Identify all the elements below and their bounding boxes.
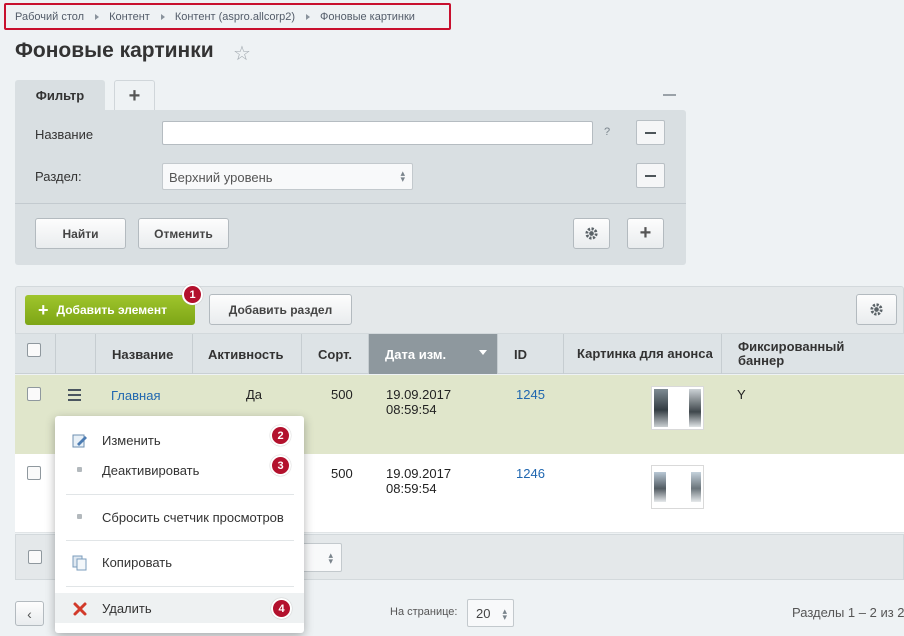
- breadcrumb-content-aspro[interactable]: Контент (aspro.allcorp2): [175, 11, 295, 23]
- add-element-button[interactable]: + Добавить элемент: [25, 295, 195, 325]
- menu-item-reset-label: Сбросить счетчик просмотров: [102, 510, 284, 525]
- minus-icon: [645, 131, 656, 134]
- gear-icon: [585, 227, 598, 240]
- per-page-value: 20: [476, 606, 491, 621]
- section-select[interactable]: Верхний уровень ▴ ▾: [162, 163, 413, 190]
- remove-section-field-button[interactable]: [636, 163, 665, 188]
- sort-desc-icon: [479, 350, 487, 355]
- row-checkbox[interactable]: [27, 466, 41, 480]
- section-select-value: Верхний уровень: [169, 170, 273, 185]
- name-field-label: Название: [35, 127, 94, 142]
- help-icon[interactable]: ?: [604, 126, 610, 138]
- breadcrumb-arrow-icon: [306, 13, 311, 20]
- delete-icon: [73, 602, 87, 616]
- step-badge-4: 4: [271, 598, 292, 619]
- breadcrumb-desktop[interactable]: Рабочий стол: [15, 11, 84, 23]
- breadcrumb-arrow-icon: [95, 13, 100, 20]
- find-button[interactable]: Найти: [35, 218, 126, 249]
- add-filter-field-button[interactable]: +: [627, 218, 664, 249]
- edit-icon: [72, 434, 87, 448]
- menu-item-deactivate-label: Деактивировать: [102, 463, 200, 478]
- row-menu-icon[interactable]: [68, 389, 81, 401]
- footer-select-all-checkbox[interactable]: [28, 550, 42, 564]
- list-toolbar: + Добавить элемент Добавить раздел: [15, 286, 904, 334]
- breadcrumb: Рабочий стол Контент Контент (aspro.allc…: [4, 3, 451, 30]
- breadcrumb-content[interactable]: Контент: [109, 11, 150, 23]
- add-filter-tab-button[interactable]: +: [114, 80, 155, 111]
- select-all-checkbox[interactable]: [27, 343, 41, 357]
- menu-item-edit[interactable]: Изменить: [55, 425, 304, 455]
- row-active: Да: [246, 387, 263, 402]
- add-section-button[interactable]: Добавить раздел: [209, 294, 352, 325]
- row-banner: Y: [737, 387, 746, 402]
- menu-item-edit-label: Изменить: [102, 433, 161, 448]
- menu-item-deactivate[interactable]: Деактивировать: [55, 455, 304, 485]
- row-sort: 500: [331, 466, 353, 481]
- pagination-summary: Разделы 1 – 2 из 2: [792, 605, 904, 620]
- column-active[interactable]: Активность: [193, 334, 302, 374]
- step-badge-2: 2: [270, 425, 291, 446]
- gear-icon: [870, 303, 883, 316]
- remove-name-field-button[interactable]: [636, 120, 665, 145]
- name-input[interactable]: [162, 121, 593, 145]
- filter-panel: Название ? Раздел: Верхний уровень ▴ ▾ На…: [15, 110, 686, 265]
- collapse-filter-icon[interactable]: [663, 94, 676, 96]
- favorite-star-icon[interactable]: ☆: [233, 41, 251, 66]
- page-title: Фоновые картинки: [15, 39, 214, 62]
- menu-item-reset-views[interactable]: Сбросить счетчик просмотров: [55, 502, 304, 532]
- row-time: 08:59:54: [386, 402, 437, 417]
- bullet-icon: [77, 514, 82, 519]
- step-badge-1: 1: [182, 284, 203, 305]
- list-settings-button[interactable]: [856, 294, 897, 325]
- add-element-label: Добавить элемент: [56, 303, 167, 317]
- row-id-link[interactable]: 1246: [516, 466, 545, 481]
- bullet-icon: [77, 467, 82, 472]
- row-date: 19.09.2017: [386, 387, 452, 402]
- row-context-menu: Изменить Деактивировать Сбросить счетчик…: [55, 416, 304, 633]
- menu-item-delete[interactable]: Удалить: [55, 593, 304, 623]
- step-badge-3: 3: [270, 455, 291, 476]
- action-select[interactable]: ▴ ▾: [301, 543, 342, 572]
- minus-icon: [645, 174, 656, 177]
- row-id-link[interactable]: 1245: [516, 387, 545, 402]
- column-name[interactable]: Название: [96, 334, 193, 374]
- per-page-select[interactable]: 20 ▴ ▾: [467, 599, 514, 627]
- preview-thumbnail[interactable]: [651, 465, 704, 509]
- select-arrows-icon: ▴ ▾: [502, 606, 507, 622]
- column-sort[interactable]: Сорт.: [302, 334, 369, 374]
- row-checkbox[interactable]: [27, 387, 41, 401]
- preview-thumbnail[interactable]: [651, 386, 704, 430]
- row-time: 08:59:54: [386, 481, 437, 496]
- row-name-link[interactable]: Главная: [111, 388, 160, 403]
- section-field-label: Раздел:: [35, 169, 82, 184]
- row-date: 19.09.2017: [386, 466, 452, 481]
- breadcrumb-backgrounds[interactable]: Фоновые картинки: [320, 11, 415, 23]
- column-fixed-banner[interactable]: Фиксированный баннер: [722, 334, 904, 374]
- copy-icon: [72, 555, 87, 571]
- column-date-label: Дата изм.: [385, 346, 447, 362]
- plus-icon: +: [38, 299, 49, 320]
- filter-settings-button[interactable]: [573, 218, 610, 249]
- column-preview-image[interactable]: Картинка для анонса: [564, 334, 722, 374]
- select-all-column: [15, 334, 56, 374]
- menu-divider: [66, 540, 294, 541]
- prev-page-button[interactable]: ‹: [15, 601, 44, 626]
- select-arrows-icon: ▴ ▾: [328, 550, 333, 566]
- menu-divider: [66, 586, 294, 587]
- cancel-button[interactable]: Отменить: [138, 218, 229, 249]
- menu-item-copy-label: Копировать: [102, 555, 172, 570]
- actions-column: [56, 334, 96, 374]
- filter-divider: [15, 203, 686, 204]
- menu-item-delete-label: Удалить: [102, 601, 152, 616]
- column-id[interactable]: ID: [498, 334, 564, 374]
- menu-item-copy[interactable]: Копировать: [55, 547, 304, 577]
- menu-divider: [66, 494, 294, 495]
- breadcrumb-arrow-icon: [160, 13, 165, 20]
- table-header: Название Активность Сорт. Дата изм. ID К…: [15, 334, 904, 374]
- per-page-label: На странице:: [390, 606, 458, 618]
- column-date-modified[interactable]: Дата изм.: [369, 334, 498, 374]
- row-sort: 500: [331, 387, 353, 402]
- tab-filter[interactable]: Фильтр: [15, 80, 105, 111]
- select-arrows-icon: ▴ ▾: [400, 168, 405, 184]
